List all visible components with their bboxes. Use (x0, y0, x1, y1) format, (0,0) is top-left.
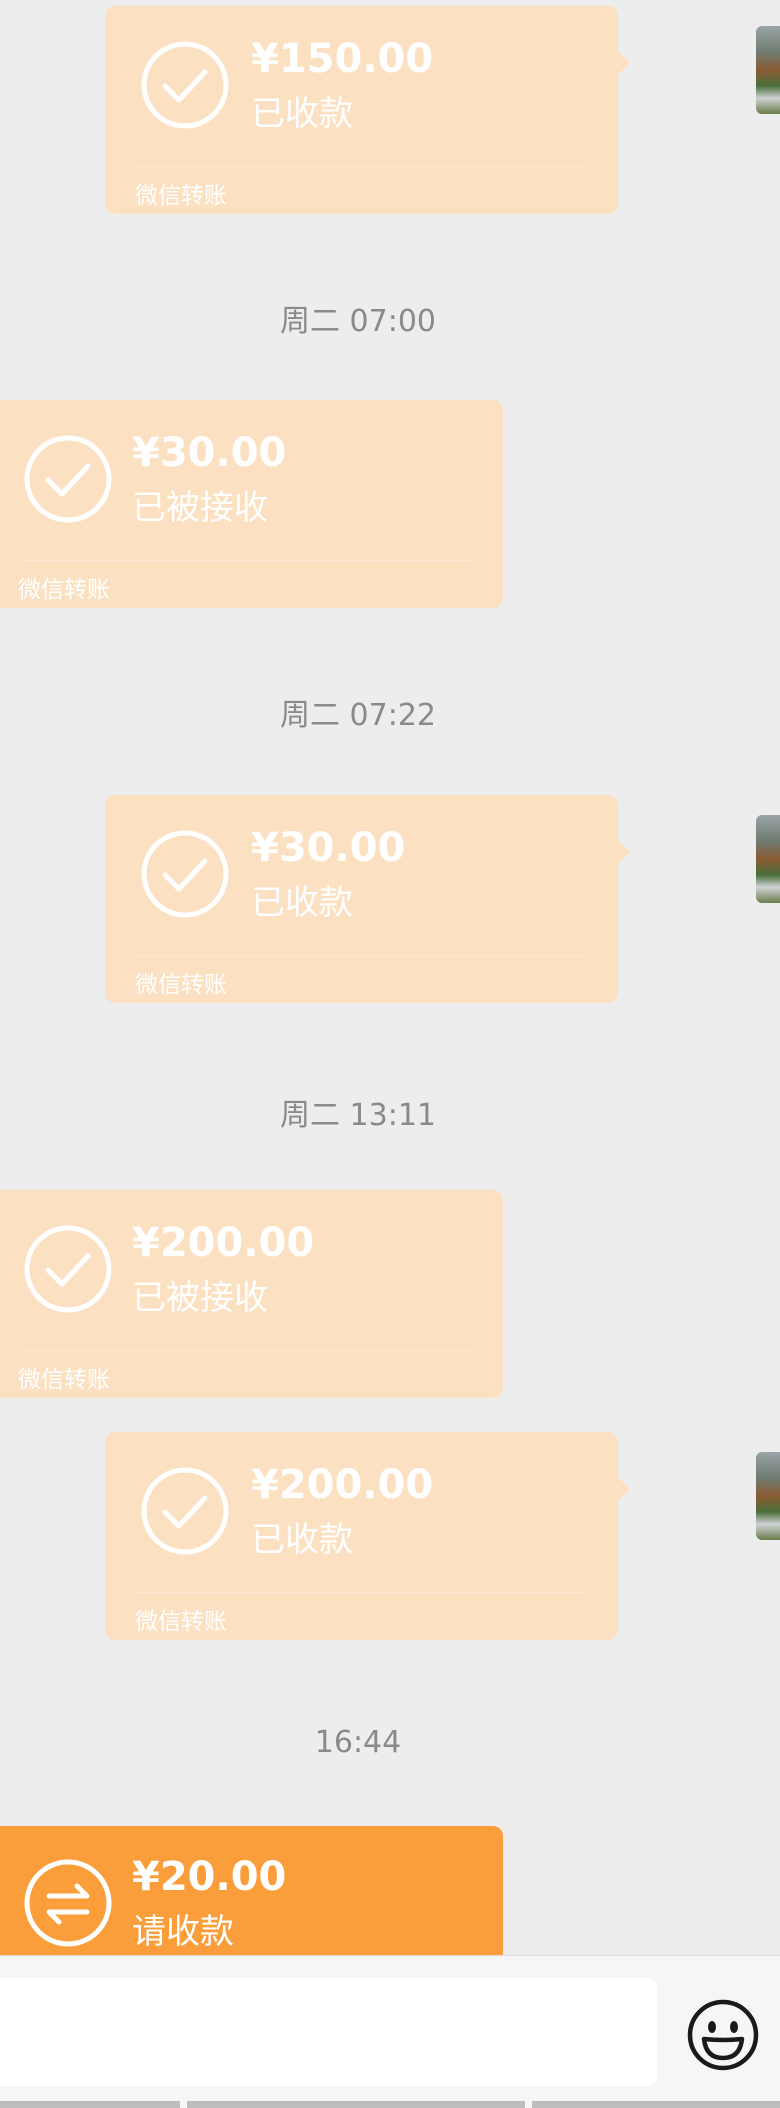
transfer-footer: 微信转账 (135, 1609, 227, 1635)
transfer-footer: 微信转账 (135, 183, 227, 209)
transfer-card-pending[interactable]: ¥20.00 请收款 (0, 1826, 503, 1966)
timestamp: 周二 07:00 (280, 304, 436, 339)
keyboard-bar (0, 2100, 780, 2108)
check-circle-icon (140, 40, 230, 130)
avatar[interactable] (756, 1452, 780, 1540)
transfer-card-accepted[interactable]: ¥200.00 已被接收 微信转账 (0, 1190, 503, 1398)
divider (20, 1350, 473, 1351)
message-input[interactable] (0, 1978, 657, 2086)
transfer-footer: 微信转账 (18, 1367, 110, 1393)
emoji-icon[interactable] (686, 1998, 760, 2072)
divider (20, 560, 473, 561)
transfer-card-received[interactable]: ¥150.00 已收款 微信转账 (105, 6, 630, 214)
transfer-arrows-icon (23, 1858, 113, 1948)
transfer-card-accepted[interactable]: ¥30.00 已被接收 微信转账 (0, 400, 503, 608)
transfer-status: 已收款 (251, 1520, 353, 1560)
timestamp: 16:44 (314, 1725, 402, 1760)
timestamp: 周二 07:22 (280, 698, 436, 733)
transfer-status: 请收款 (132, 1912, 234, 1952)
transfer-amount: ¥30.00 (251, 825, 406, 871)
check-circle-icon (140, 829, 230, 919)
transfer-status: 已收款 (251, 94, 353, 134)
transfer-amount: ¥150.00 (251, 36, 434, 82)
timestamp: 周二 13:11 (280, 1098, 436, 1133)
divider (135, 955, 588, 956)
transfer-footer: 微信转账 (135, 972, 227, 998)
transfer-status: 已被接收 (132, 488, 268, 528)
transfer-amount: ¥20.00 (132, 1854, 287, 1900)
transfer-status: 已被接收 (132, 1278, 268, 1318)
bubble-tail (617, 50, 630, 76)
bubble-tail (617, 839, 630, 865)
check-circle-icon (140, 1466, 230, 1556)
transfer-amount: ¥200.00 (132, 1220, 315, 1266)
transfer-status: 已收款 (251, 883, 353, 923)
transfer-amount: ¥30.00 (132, 430, 287, 476)
check-circle-icon (23, 1224, 113, 1314)
input-bar (0, 1955, 780, 2108)
check-circle-icon (23, 434, 113, 524)
transfer-amount: ¥200.00 (251, 1462, 434, 1508)
bubble-tail (617, 1476, 630, 1502)
avatar[interactable] (756, 26, 780, 114)
divider (135, 1592, 588, 1593)
transfer-footer: 微信转账 (18, 577, 110, 603)
transfer-card-received[interactable]: ¥30.00 已收款 微信转账 (105, 795, 630, 1003)
transfer-card-received[interactable]: ¥200.00 已收款 微信转账 (105, 1432, 630, 1640)
divider (135, 166, 588, 167)
avatar[interactable] (756, 815, 780, 903)
